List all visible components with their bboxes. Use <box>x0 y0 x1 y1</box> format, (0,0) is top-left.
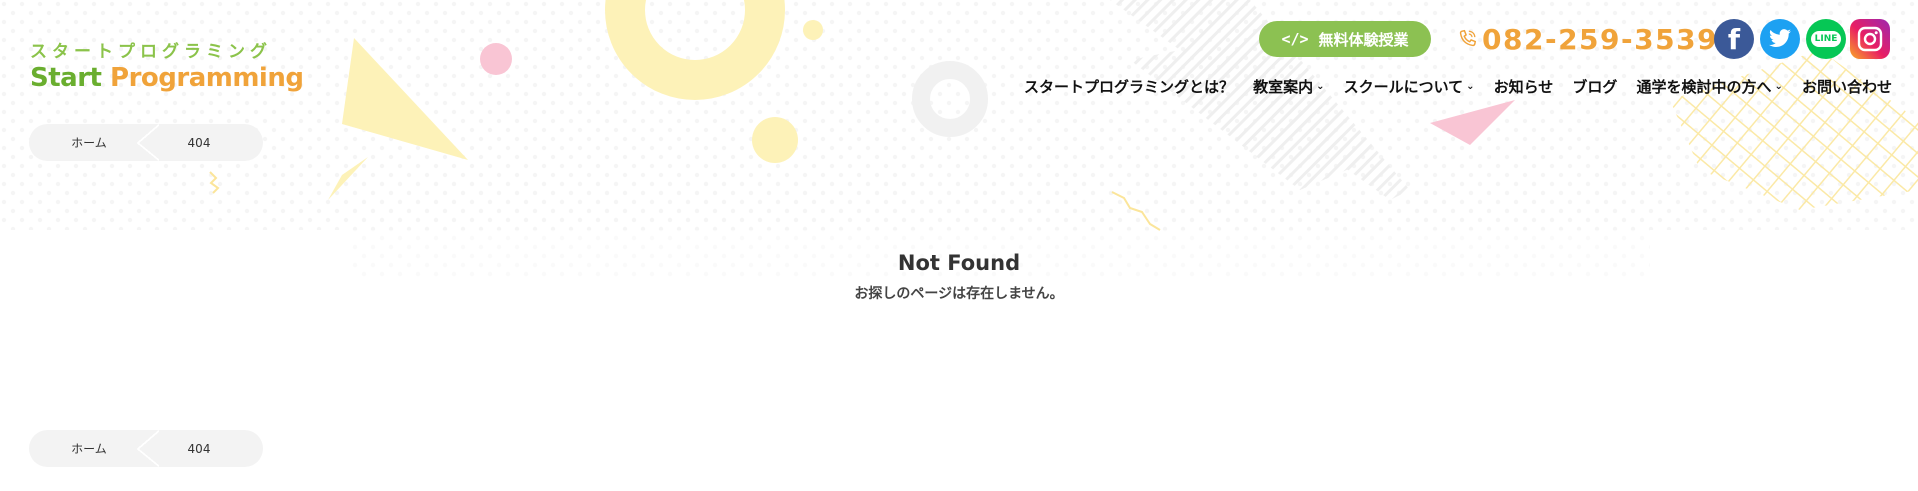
chevron-down-icon: ⌄ <box>1316 80 1325 92</box>
breadcrumb: ホーム 404 <box>29 124 263 161</box>
nav-label: お知らせ <box>1493 77 1554 96</box>
not-found-message: お探しのページは存在しません。 <box>854 286 1064 302</box>
nav-label: 通学を検討中の方へ <box>1636 77 1772 96</box>
phone-number: 082-259-3539 <box>1482 22 1719 56</box>
breadcrumb-footer: ホーム 404 <box>29 430 263 467</box>
code-icon: </> <box>1281 30 1309 48</box>
instagram-icon <box>1857 26 1883 52</box>
nav-item-news[interactable]: お知らせ <box>1494 76 1554 97</box>
nav-item-school[interactable]: スクールについて ⌄ <box>1344 76 1475 97</box>
nav-item-about[interactable]: スタートプログラミングとは？ <box>1024 76 1234 97</box>
logo-wordmark: Start Programming <box>30 62 304 94</box>
breadcrumb-home-link[interactable]: ホーム <box>29 440 149 457</box>
nav-item-prospective[interactable]: 通学を検討中の方へ ⌄ <box>1636 76 1782 97</box>
chevron-down-icon: ⌄ <box>1774 80 1783 92</box>
logo-word-programming: Programming <box>110 63 304 93</box>
nav-item-blog[interactable]: ブログ <box>1572 76 1617 97</box>
page-title: Not Found <box>897 251 1021 275</box>
nav-label: スタートプログラミングとは？ <box>1024 77 1235 96</box>
twitter-icon <box>1769 29 1791 47</box>
breadcrumb-current: 404 <box>187 441 211 456</box>
phone-icon <box>1459 29 1477 47</box>
nav-label: 教室案内 <box>1253 77 1314 96</box>
nav-item-contact[interactable]: お問い合わせ <box>1802 76 1892 97</box>
line-button[interactable]: LINE <box>1806 19 1846 59</box>
phone-link[interactable]: 082-259-3539 <box>1456 20 1718 58</box>
facebook-button[interactable]: f <box>1714 19 1754 59</box>
free-trial-label: 無料体験授業 <box>1318 30 1409 49</box>
nav-item-classrooms[interactable]: 教室案内 ⌄ <box>1253 76 1324 97</box>
chevron-down-icon: ⌄ <box>1466 80 1475 92</box>
logo-word-start: Start <box>30 63 102 93</box>
line-icon: LINE <box>1810 31 1842 47</box>
nav-label: お問い合わせ <box>1801 77 1892 96</box>
breadcrumb-current: 404 <box>187 135 211 150</box>
free-trial-button[interactable]: </> 無料体験授業 <box>1259 21 1431 57</box>
nav-label: ブログ <box>1572 77 1618 96</box>
logo-kana-text: スタートプログラミング <box>30 42 272 62</box>
nav-label: スクールについて <box>1343 77 1464 96</box>
main-nav: スタートプログラミングとは？ 教室案内 ⌄ スクールについて ⌄ お知らせ ブログ … <box>1024 76 1892 96</box>
facebook-icon: f <box>1727 22 1741 56</box>
instagram-button[interactable] <box>1850 19 1890 59</box>
site-logo[interactable]: スタートプログラミング Start Programming <box>30 42 304 94</box>
twitter-button[interactable] <box>1760 19 1800 59</box>
breadcrumb-home-link[interactable]: ホーム <box>29 134 149 151</box>
